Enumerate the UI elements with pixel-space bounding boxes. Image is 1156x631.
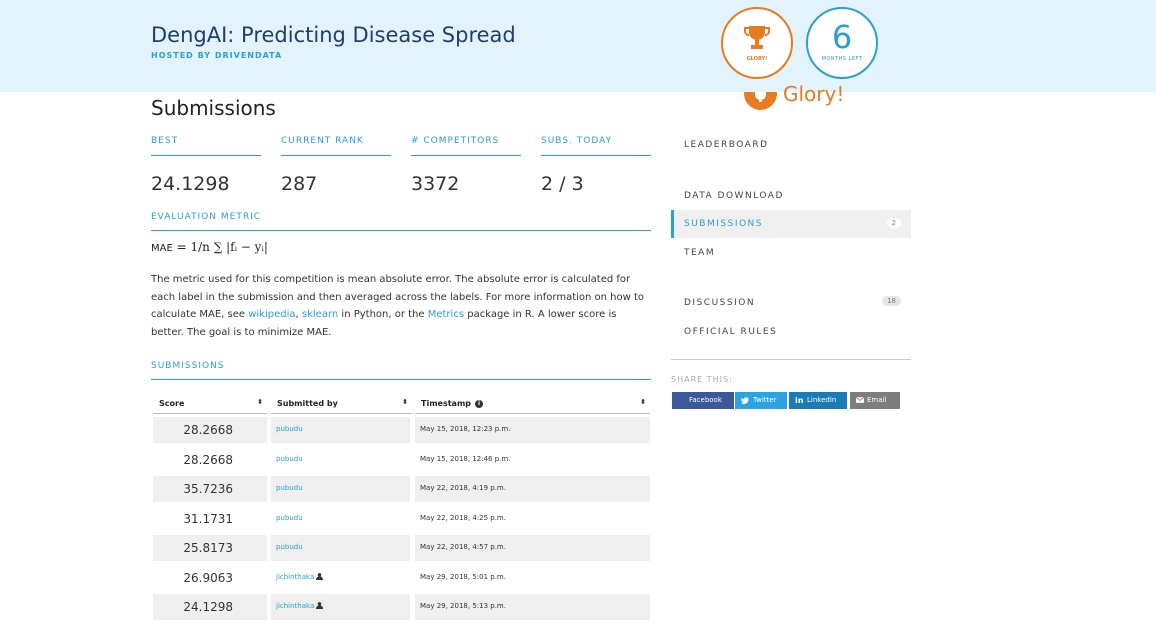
stat-label: CURRENT RANK	[281, 136, 391, 156]
user-link[interactable]: pubudu	[276, 484, 303, 492]
submissions-count-badge: 2	[886, 218, 901, 228]
sidebar-item-discussion[interactable]: DISCUSSION 18	[671, 289, 911, 317]
stat-current-rank: CURRENT RANK 287	[281, 136, 391, 195]
months-left-value: 6	[831, 18, 853, 56]
glory-prize-icon	[744, 92, 777, 110]
table-row: 25.8173 pubudu May 22, 2018, 4:57 p.m.	[153, 535, 650, 561]
stat-label: SUBS. TODAY	[541, 136, 651, 156]
user-link[interactable]: jichinthaka	[276, 602, 314, 610]
prize-badge: GLORY!	[721, 7, 793, 79]
stat-competitors: # COMPETITORS 3372	[411, 136, 521, 195]
competition-header: DengAI: Predicting Disease Spread HOSTED…	[0, 0, 1156, 92]
user-link[interactable]: pubudu	[276, 543, 303, 551]
glory-prize-text: Glory!	[783, 82, 845, 106]
person-icon	[316, 573, 324, 580]
trophy-icon	[744, 26, 770, 49]
table-row: 31.1731 pubudu May 22, 2018, 4:25 p.m.	[153, 506, 650, 532]
sidebar-item-label: OFFICIAL RULES	[684, 327, 778, 337]
user-link[interactable]: pubudu	[276, 514, 303, 522]
sort-icon[interactable]: ⬍	[640, 398, 646, 406]
stat-value: 2 / 3	[541, 173, 584, 195]
sidebar-item-data-download[interactable]: DATA DOWNLOAD	[671, 182, 911, 210]
timestamp-cell: May 29, 2018, 5:13 p.m.	[420, 602, 506, 610]
formula-rhs: = 1/n ∑ |fᵢ − yᵢ|	[176, 240, 268, 254]
score-cell: 28.2668	[183, 453, 233, 467]
stat-label: # COMPETITORS	[411, 136, 521, 156]
column-header-submitted-by[interactable]: Submitted by ⬍	[271, 393, 412, 414]
table-row: 28.2668 pubudu May 15, 2018, 12:23 p.m.	[153, 417, 650, 443]
sidebar-divider	[671, 359, 911, 360]
page-title: Submissions	[151, 96, 276, 120]
column-header-timestamp[interactable]: Timestamp i ⬍	[415, 393, 650, 414]
table-row: 35.7236 pubudu May 22, 2018, 4:19 p.m.	[153, 476, 650, 502]
stat-value: 287	[281, 173, 318, 195]
user-link[interactable]: pubudu	[276, 455, 303, 463]
wikipedia-link[interactable]: wikipedia	[248, 309, 295, 320]
months-left-badge: 6 MONTHS LEFT	[806, 7, 878, 79]
months-left-caption: MONTHS LEFT	[821, 56, 863, 62]
sort-icon[interactable]: ⬍	[402, 398, 408, 406]
stat-label: BEST	[151, 136, 261, 156]
person-icon	[316, 602, 324, 609]
metric-description: The metric used for this competition is …	[151, 274, 645, 338]
mae-formula: MAE = 1/n ∑ |fᵢ − yᵢ|	[151, 240, 268, 254]
sidebar-item-label: DATA DOWNLOAD	[684, 191, 784, 201]
hosted-by-label: HOSTED BY DRIVENDATA	[151, 51, 283, 60]
sidebar-item-label: SUBMISSIONS	[684, 219, 764, 229]
sidebar-item-label: DISCUSSION	[684, 298, 756, 308]
evaluation-metric-heading: EVALUATION METRIC	[151, 212, 651, 231]
timestamp-cell: May 15, 2018, 12:23 p.m.	[420, 425, 511, 433]
timestamp-cell: May 22, 2018, 4:25 p.m.	[420, 514, 506, 522]
timestamp-cell: May 29, 2018, 5:01 p.m.	[420, 573, 506, 581]
sklearn-link[interactable]: sklearn	[302, 309, 338, 320]
score-cell: 31.1731	[183, 512, 233, 526]
user-link[interactable]: pubudu	[276, 425, 303, 433]
submissions-heading: SUBMISSIONS	[151, 361, 651, 380]
sidebar-item-label: LEADERBOARD	[684, 140, 769, 150]
share-label: SHARE THIS:	[671, 375, 733, 384]
info-icon[interactable]: i	[475, 399, 484, 408]
table-row: 24.1298 jichinthaka May 29, 2018, 5:13 p…	[153, 594, 650, 620]
share-facebook-button[interactable]: Facebook	[672, 392, 734, 409]
score-cell: 26.9063	[183, 571, 233, 585]
formula-lhs: MAE	[151, 243, 173, 254]
discussion-count-badge: 18	[882, 296, 901, 306]
stat-subs-today: SUBS. TODAY 2 / 3	[541, 136, 651, 195]
envelope-icon	[856, 397, 864, 403]
score-cell: 25.8173	[183, 541, 233, 555]
score-cell: 28.2668	[183, 423, 233, 437]
timestamp-cell: May 15, 2018, 12:46 p.m.	[420, 455, 511, 463]
sidebar-item-team[interactable]: TEAM	[671, 239, 911, 267]
twitter-icon	[741, 397, 749, 404]
stat-value: 3372	[411, 173, 460, 195]
table-row: 26.9063 jichinthaka May 29, 2018, 5:01 p…	[153, 565, 650, 591]
user-link[interactable]: jichinthaka	[276, 573, 314, 581]
stat-best: BEST 24.1298	[151, 136, 261, 195]
sidebar-item-label: TEAM	[684, 248, 716, 258]
timestamp-cell: May 22, 2018, 4:19 p.m.	[420, 484, 506, 492]
stat-value: 24.1298	[151, 173, 230, 195]
sidebar-item-official-rules[interactable]: OFFICIAL RULES	[671, 318, 911, 346]
share-email-button[interactable]: Email	[850, 392, 900, 409]
competition-title[interactable]: DengAI: Predicting Disease Spread	[151, 23, 516, 47]
score-cell: 35.7236	[183, 482, 233, 496]
prize-caption: GLORY!	[746, 56, 768, 62]
linkedin-icon: in	[795, 396, 804, 405]
table-row: 28.2668 pubudu May 15, 2018, 12:46 p.m.	[153, 447, 650, 473]
share-twitter-button[interactable]: Twitter	[735, 392, 787, 409]
timestamp-cell: May 22, 2018, 4:57 p.m.	[420, 543, 506, 551]
score-cell: 24.1298	[183, 600, 233, 614]
metrics-package-link[interactable]: Metrics	[428, 309, 464, 320]
sidebar-item-leaderboard[interactable]: LEADERBOARD	[671, 131, 911, 159]
sort-icon[interactable]: ⬍	[257, 398, 263, 406]
sidebar-item-submissions[interactable]: SUBMISSIONS 2	[671, 210, 911, 238]
column-header-score[interactable]: Score ⬍	[153, 393, 267, 414]
share-linkedin-button[interactable]: in LinkedIn	[789, 392, 847, 409]
